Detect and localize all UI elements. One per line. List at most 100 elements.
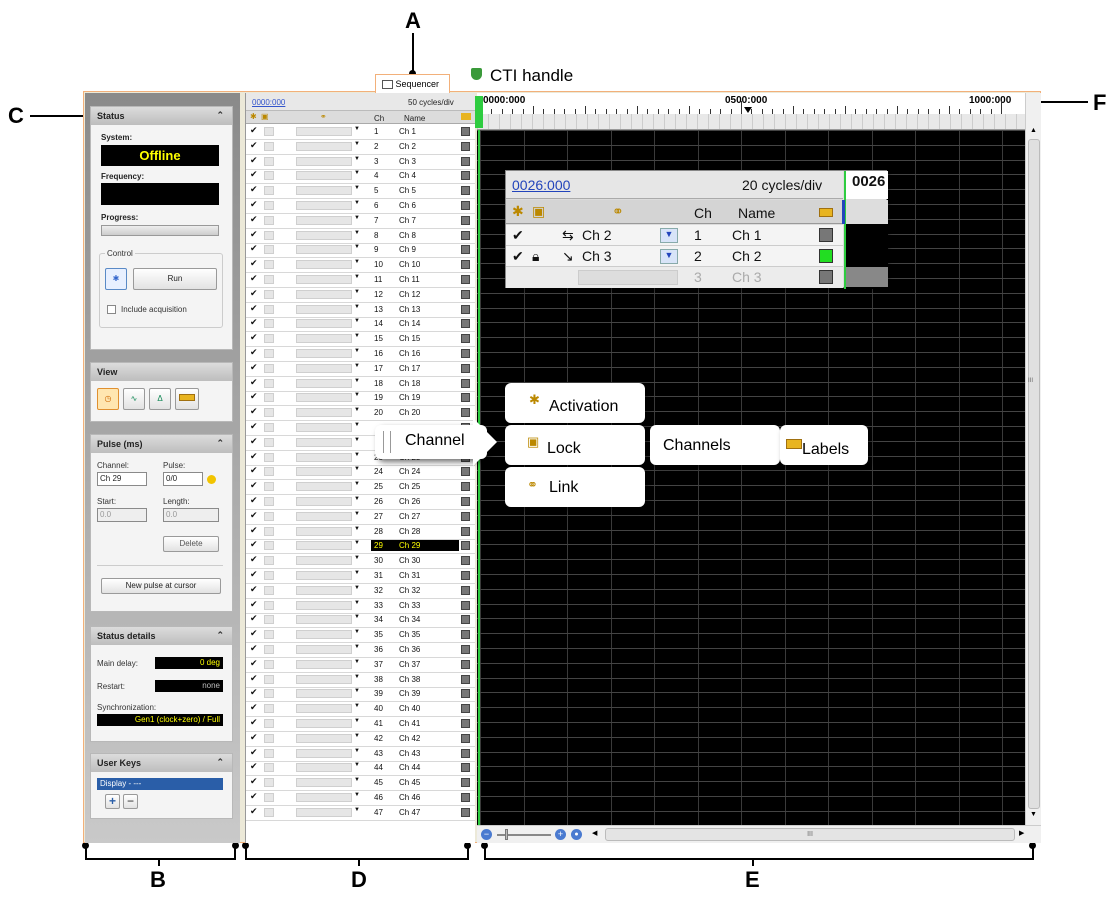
dropdown-arrow-icon[interactable]: ▼ bbox=[354, 407, 360, 413]
channel-name[interactable]: Ch 9 bbox=[399, 245, 416, 254]
activation-check[interactable]: ✔ bbox=[250, 258, 258, 269]
channel-name[interactable]: Ch 35 bbox=[399, 630, 420, 639]
link-field[interactable] bbox=[296, 482, 352, 492]
lock-cell[interactable] bbox=[264, 423, 274, 432]
activation-check[interactable]: ✔ bbox=[250, 273, 258, 284]
color-swatch[interactable] bbox=[461, 689, 470, 699]
table-row[interactable]: ✔ ▼ 44 Ch 44 bbox=[246, 761, 475, 777]
channel-name[interactable]: Ch 47 bbox=[399, 808, 420, 817]
lock-cell[interactable] bbox=[264, 526, 274, 536]
activation-check[interactable]: ✔ bbox=[250, 140, 258, 151]
link-field[interactable] bbox=[296, 763, 352, 773]
table-row[interactable]: ✔ ▼ 35 Ch 35 bbox=[246, 628, 475, 644]
activation-check[interactable]: ✔ bbox=[250, 539, 258, 550]
lock-cell[interactable] bbox=[264, 452, 274, 462]
lock-cell[interactable] bbox=[264, 733, 274, 743]
include-acquisition-checkbox[interactable] bbox=[107, 305, 116, 314]
user-keys-header[interactable]: User Keys ⌃ bbox=[91, 754, 232, 772]
lock-cell[interactable] bbox=[264, 778, 274, 788]
table-row[interactable]: ✔ ▼ 2 Ch 2 bbox=[246, 140, 475, 155]
status-panel-header[interactable]: Status ⌃ bbox=[91, 107, 232, 125]
lock-cell[interactable] bbox=[264, 497, 274, 506]
table-row[interactable]: ✔ ▼ 19 Ch 19 bbox=[246, 391, 475, 407]
channel-name[interactable]: Ch 16 bbox=[399, 349, 420, 358]
color-swatch[interactable] bbox=[461, 719, 470, 728]
pulse-field[interactable]: 0/0 bbox=[163, 472, 203, 486]
dropdown-arrow-icon[interactable]: ▼ bbox=[354, 481, 360, 487]
activation-check[interactable]: ✔ bbox=[250, 806, 258, 817]
dropdown-arrow-icon[interactable]: ▼ bbox=[354, 289, 360, 295]
dropdown-arrow-icon[interactable]: ▼ bbox=[354, 126, 360, 132]
color-swatch[interactable] bbox=[461, 230, 470, 240]
activation-check[interactable]: ✔ bbox=[250, 525, 258, 536]
dropdown-arrow-icon[interactable]: ▼ bbox=[354, 733, 360, 739]
link-field[interactable] bbox=[296, 363, 352, 373]
activation-check[interactable]: ✔ bbox=[250, 406, 258, 417]
table-row[interactable]: ✔ ▼ 40 Ch 40 bbox=[246, 702, 475, 718]
link-field[interactable] bbox=[296, 630, 352, 640]
table-row[interactable]: ✔ ▼ 8 Ch 8 bbox=[246, 229, 475, 244]
channel-name[interactable]: Ch 44 bbox=[399, 763, 420, 772]
table-row[interactable]: ✔ ▼ 26 Ch 26 bbox=[246, 495, 475, 510]
lock-cell[interactable] bbox=[264, 615, 274, 625]
lock-cell[interactable] bbox=[264, 363, 274, 373]
lock-cell[interactable] bbox=[264, 215, 274, 225]
zoom-row-3-color-swatch[interactable] bbox=[819, 270, 833, 284]
table-row[interactable]: ✔ ▼ 3 Ch 3 bbox=[246, 155, 475, 170]
lock-cell[interactable] bbox=[264, 260, 274, 270]
table-row[interactable]: ✔ ▼ 18 Ch 18 bbox=[246, 377, 475, 392]
color-swatch[interactable] bbox=[461, 630, 470, 640]
lock-cell[interactable] bbox=[264, 304, 274, 314]
color-swatch[interactable] bbox=[461, 156, 470, 166]
color-swatch[interactable] bbox=[461, 615, 470, 625]
time-ruler[interactable]: 0000:000 0500:000 1000:000 bbox=[477, 93, 1025, 130]
table-row[interactable]: ✔ ▼ 33 Ch 33 bbox=[246, 599, 475, 614]
link-field[interactable] bbox=[296, 719, 352, 728]
table-row[interactable]: ✔ ▼ 38 Ch 38 bbox=[246, 673, 475, 688]
link-field[interactable] bbox=[296, 437, 352, 447]
link-field[interactable] bbox=[296, 408, 352, 418]
activation-check[interactable]: ✔ bbox=[250, 169, 258, 180]
color-swatch[interactable] bbox=[461, 408, 470, 418]
color-swatch[interactable] bbox=[461, 186, 470, 196]
dropdown-arrow-icon[interactable]: ▼ bbox=[354, 807, 360, 813]
channel-name[interactable]: Ch 20 bbox=[399, 408, 420, 417]
scroll-down-icon[interactable]: ▼ bbox=[1030, 811, 1037, 818]
lock-cell[interactable] bbox=[264, 674, 274, 684]
color-swatch[interactable] bbox=[461, 541, 470, 551]
link-field[interactable] bbox=[296, 304, 352, 314]
view-panel-header[interactable]: View bbox=[91, 363, 232, 381]
tab-sequencer[interactable]: Sequencer bbox=[375, 74, 450, 93]
dropdown-arrow-icon[interactable]: ▼ bbox=[354, 585, 360, 591]
channel-name[interactable]: Ch 32 bbox=[399, 586, 420, 595]
lock-cell[interactable] bbox=[264, 334, 274, 344]
color-swatch[interactable] bbox=[461, 141, 470, 151]
table-row[interactable]: ✔ ▼ 32 Ch 32 bbox=[246, 584, 475, 599]
view-delta-button[interactable]: Δ bbox=[149, 388, 171, 410]
color-swatch[interactable] bbox=[461, 378, 470, 388]
table-row[interactable]: ✔ ▼ 11 Ch 11 bbox=[246, 273, 475, 288]
table-row[interactable]: ✔ ▼ 4 Ch 4 bbox=[246, 169, 475, 185]
link-field[interactable] bbox=[296, 289, 352, 299]
dropdown-arrow-icon[interactable]: ▼ bbox=[354, 274, 360, 280]
link-field[interactable] bbox=[296, 186, 352, 196]
dropdown-arrow-icon[interactable]: ▼ bbox=[354, 378, 360, 384]
zoom-row-1-color-swatch[interactable] bbox=[819, 228, 833, 242]
dropdown-arrow-icon[interactable]: ▼ bbox=[354, 644, 360, 650]
channel-name[interactable]: Ch 25 bbox=[399, 482, 420, 491]
hscroll-right-icon[interactable]: ▶ bbox=[1019, 829, 1024, 837]
link-field[interactable] bbox=[296, 275, 352, 284]
zoom-row-1-link[interactable]: Ch 2 bbox=[582, 227, 612, 243]
link-field[interactable] bbox=[296, 245, 352, 255]
zoom-row-3-link-field[interactable] bbox=[578, 270, 678, 285]
color-swatch[interactable] bbox=[461, 304, 470, 314]
channel-name[interactable]: Ch 42 bbox=[399, 734, 420, 743]
link-field[interactable] bbox=[296, 319, 352, 329]
cti-handle[interactable] bbox=[475, 96, 483, 128]
pulse-panel-header[interactable]: Pulse (ms) ⌃ bbox=[91, 435, 232, 453]
delete-button[interactable]: Delete bbox=[163, 536, 219, 552]
channel-name[interactable]: Ch 41 bbox=[399, 719, 420, 728]
length-field[interactable]: 0.0 bbox=[163, 508, 219, 522]
lock-cell[interactable] bbox=[264, 571, 274, 580]
channel-name[interactable]: Ch 30 bbox=[399, 556, 420, 565]
